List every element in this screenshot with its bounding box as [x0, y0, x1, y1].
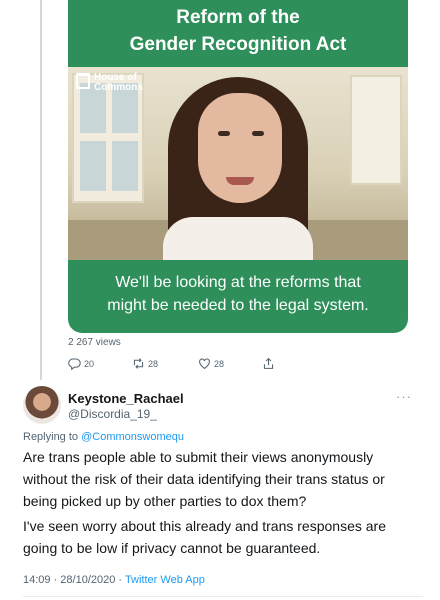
heart-icon — [199, 358, 210, 370]
video-title-line1: Reform of the — [176, 7, 300, 28]
avatar[interactable] — [23, 386, 61, 424]
video-frame[interactable]: House of Commons — [68, 67, 408, 260]
thread-connector-line — [40, 0, 42, 380]
tweet-text-paragraph-2: I've seen worry about this already and t… — [23, 515, 423, 559]
parent-tweet-actions: 20 28 28 — [68, 357, 328, 373]
tweet-text-line: going to be low if privacy cannot be gua… — [23, 540, 321, 556]
video-title-line2: Gender Recognition Act — [129, 34, 347, 55]
tweet-metadata: 14:09 · 28/10/2020 · Twitter Web App — [23, 574, 205, 586]
portcullis-icon — [76, 73, 90, 89]
video-caption-line1: We'll be looking at the reforms that — [115, 274, 361, 291]
background-cupboard — [350, 75, 402, 185]
user-handle[interactable]: @Discordia_19_ — [68, 407, 157, 421]
reply-button[interactable]: 20 — [68, 357, 94, 370]
video-view-count: 2 267 views — [68, 337, 121, 348]
like-count: 28 — [214, 358, 225, 369]
share-button[interactable] — [262, 357, 275, 370]
source-app-link[interactable]: Twitter Web App — [125, 574, 205, 586]
retweet-button[interactable]: 28 — [132, 357, 158, 370]
replying-to: Replying to @Commonswomequ — [23, 431, 184, 443]
speaker-face — [198, 93, 282, 203]
reply-icon — [68, 358, 81, 370]
video-title: Reform of the Gender Recognition Act — [68, 0, 408, 67]
replying-to-mention[interactable]: @Commonswomequ — [81, 431, 184, 443]
speaker-left-eye — [218, 131, 230, 136]
speaker-right-eye — [252, 131, 264, 136]
speaker-shoulders — [163, 217, 313, 260]
house-of-commons-logo: House of Commons — [76, 73, 143, 93]
tweet-text-paragraph-1: Are trans people able to submit their vi… — [23, 446, 423, 512]
video-caption: We'll be looking at the reforms that mig… — [68, 260, 408, 333]
logo-line2: Commons — [94, 82, 143, 93]
tweet-text-line: without the risk of their data identifyi… — [23, 471, 385, 487]
display-name[interactable]: Keystone_Rachael — [68, 391, 184, 406]
tweet-text-line: being picked up by other parties to dox … — [23, 493, 307, 509]
reply-count: 20 — [84, 358, 95, 369]
share-icon — [263, 357, 274, 369]
ellipsis-icon[interactable]: ··· — [396, 389, 412, 404]
video-caption-line2: might be needed to the legal system. — [107, 297, 369, 314]
replying-to-prefix: Replying to — [23, 431, 82, 443]
speaker-mouth — [226, 177, 254, 185]
like-button[interactable]: 28 — [198, 357, 224, 370]
retweet-count: 28 — [148, 358, 159, 369]
tweet-text-line: I've seen worry about this already and t… — [23, 518, 386, 534]
quoted-video-card[interactable]: Reform of the Gender Recognition Act Hou… — [68, 0, 408, 333]
tweet-text-line: Are trans people able to submit their vi… — [23, 449, 374, 465]
tweet-timestamp[interactable]: 14:09 · 28/10/2020 · — [23, 574, 125, 586]
retweet-icon — [133, 358, 144, 369]
divider — [23, 596, 423, 597]
